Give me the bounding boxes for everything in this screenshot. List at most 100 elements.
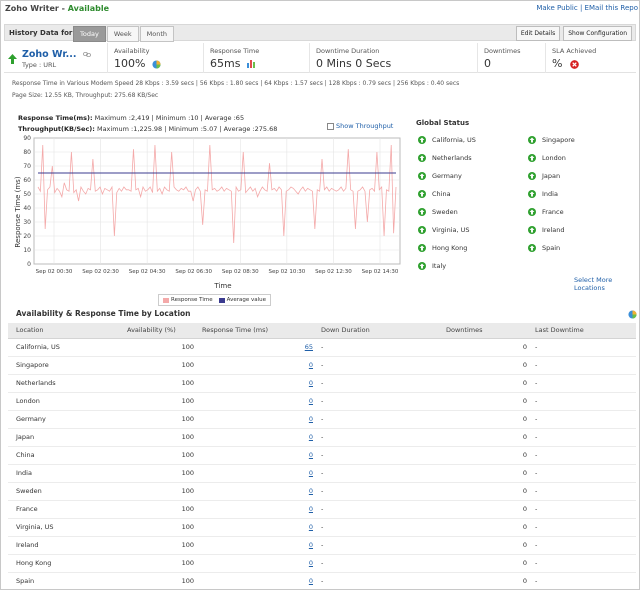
cell-availability: 100 [123, 536, 198, 555]
cell-last-downtime: - [531, 374, 636, 393]
global-status-item: Singapore [528, 136, 575, 144]
cell-down-duration: - [317, 554, 442, 573]
rt-stats-values: Maximum :2,419 | Minimum :10 | Average :… [92, 114, 245, 122]
show-configuration-button[interactable]: Show Configuration [563, 26, 632, 41]
pie-chart-icon[interactable] [628, 310, 637, 319]
sla-cell: SLA Achieved % [546, 43, 636, 73]
response-time-link[interactable]: 0 [309, 559, 313, 567]
chart-y-tick-label: 10 [23, 247, 31, 254]
location-table-body: California, US 100 65-0- Singapore 100 0-0- Ne… [8, 338, 636, 590]
link-separator: | [577, 4, 585, 12]
sla-text: % [552, 57, 563, 70]
response-time-link[interactable]: 0 [309, 451, 313, 459]
monitor-title: Zoho Writer [5, 4, 59, 13]
cell-availability: 100 [123, 572, 198, 590]
close-circle-icon [570, 59, 579, 69]
downtime-duration-cell: Downtime Duration 0 Mins 0 Secs [310, 43, 478, 73]
cell-downtimes: 0 [442, 374, 531, 393]
cell-response-time: 0 [198, 464, 317, 483]
make-public-link[interactable]: Make Public [536, 4, 577, 12]
up-arrow-icon [528, 244, 536, 252]
cell-availability: 100 [123, 410, 198, 429]
downtime-duration-value: 0 Mins 0 Secs [316, 57, 392, 70]
cell-availability: 100 [123, 392, 198, 411]
cell-response-time: 0 [198, 446, 317, 465]
column-header-response-time[interactable]: Response Time (ms) [198, 323, 317, 339]
response-time-link[interactable]: 0 [309, 397, 313, 405]
response-time-link[interactable]: 0 [309, 415, 313, 423]
cell-location: India [8, 464, 123, 483]
column-header-location[interactable]: Location [8, 323, 123, 339]
cell-location: Hong Kong [8, 554, 123, 573]
table-row: Virginia, US 100 0-0- [8, 518, 636, 537]
legend-label-average: Average value [226, 297, 266, 303]
cell-location: Japan [8, 428, 123, 447]
column-header-down-duration[interactable]: Down Duration [317, 323, 442, 339]
monitor-name-link[interactable]: Zoho Wr... [22, 49, 91, 60]
up-arrow-icon [418, 190, 426, 198]
column-header-availability[interactable]: Availability (%) [123, 323, 198, 339]
show-throughput-toggle[interactable]: Show Throughput [327, 122, 393, 130]
edit-details-button[interactable]: Edit Details [515, 26, 561, 41]
column-header-downtimes[interactable]: Downtimes [442, 323, 531, 339]
global-status-location: France [542, 208, 564, 216]
cell-downtimes: 0 [442, 536, 531, 555]
cell-location: France [8, 500, 123, 519]
table-row: Hong Kong 100 0-0- [8, 554, 636, 573]
response-time-text: 65ms [210, 57, 241, 70]
global-status-location: Japan [542, 172, 561, 180]
response-time-link[interactable]: 65 [305, 343, 313, 351]
cell-down-duration: - [317, 572, 442, 590]
chart-y-tick-label: 60 [23, 177, 31, 184]
rt-stats-label: Response Time(ms): [18, 114, 93, 122]
bar-chart-icon[interactable] [246, 60, 256, 68]
response-time-link[interactable]: 0 [309, 361, 313, 369]
pie-chart-icon[interactable] [152, 59, 161, 69]
tab-today[interactable]: Today [73, 26, 106, 42]
cell-last-downtime: - [531, 572, 636, 590]
table-row: China 100 0-0- [8, 446, 636, 465]
up-arrow-icon [418, 244, 426, 252]
chart-x-tick-label: Sep 02 00:30 [36, 269, 73, 275]
chart-x-tick-label: Sep 02 04:30 [129, 269, 166, 275]
cell-location: London [8, 392, 123, 411]
response-time-link[interactable]: 0 [309, 541, 313, 549]
cell-down-duration: - [317, 410, 442, 429]
table-row: Japan 100 0-0- [8, 428, 636, 447]
show-throughput-checkbox[interactable] [327, 122, 334, 130]
chart-y-ticks: 0 10 20 30 40 50 60 70 80 90 [23, 135, 31, 268]
email-report-link[interactable]: EMail this Repo [585, 4, 638, 12]
history-tabs: Today Week Month [73, 26, 175, 42]
cell-availability: 100 [123, 374, 198, 393]
cell-availability: 100 [123, 482, 198, 501]
page-size-info: Page Size: 12.55 KB, Throughput: 275.68 … [12, 92, 159, 99]
response-time-link[interactable]: 0 [309, 523, 313, 531]
modem-speed-info: Response Time in Various Modem Speed 28 … [12, 80, 460, 87]
cell-downtimes: 0 [442, 518, 531, 537]
global-status-location: California, US [432, 136, 476, 144]
cell-location: China [8, 446, 123, 465]
table-row: Singapore 100 0-0- [8, 356, 636, 375]
response-time-link[interactable]: 0 [309, 469, 313, 477]
global-status-location: Germany [432, 172, 462, 180]
response-time-link[interactable]: 0 [309, 379, 313, 387]
column-header-last-downtime[interactable]: Last Downtime [531, 323, 636, 339]
cell-down-duration: - [317, 446, 442, 465]
global-status-location: Virginia, US [432, 226, 470, 234]
cell-location: Singapore [8, 356, 123, 375]
tab-week[interactable]: Week [106, 26, 139, 42]
cell-response-time: 0 [198, 482, 317, 501]
response-time-link[interactable]: 0 [309, 433, 313, 441]
global-status-item: Spain [528, 244, 560, 252]
chart-x-ticks: Sep 02 00:30 Sep 02 02:30 Sep 02 04:30 Sep … [36, 269, 399, 275]
response-time-link[interactable]: 0 [309, 487, 313, 495]
availability-label: Availability [114, 47, 150, 55]
table-row: Spain 100 0-0- [8, 572, 636, 590]
select-more-locations-link[interactable]: Select More Locations [574, 276, 640, 292]
cell-down-duration: - [317, 374, 442, 393]
response-time-value: 65ms [210, 57, 256, 70]
tab-month[interactable]: Month [139, 26, 174, 42]
availability-cell: Availability 100% [108, 43, 204, 73]
response-time-link[interactable]: 0 [309, 505, 313, 513]
response-time-link[interactable]: 0 [309, 577, 313, 585]
